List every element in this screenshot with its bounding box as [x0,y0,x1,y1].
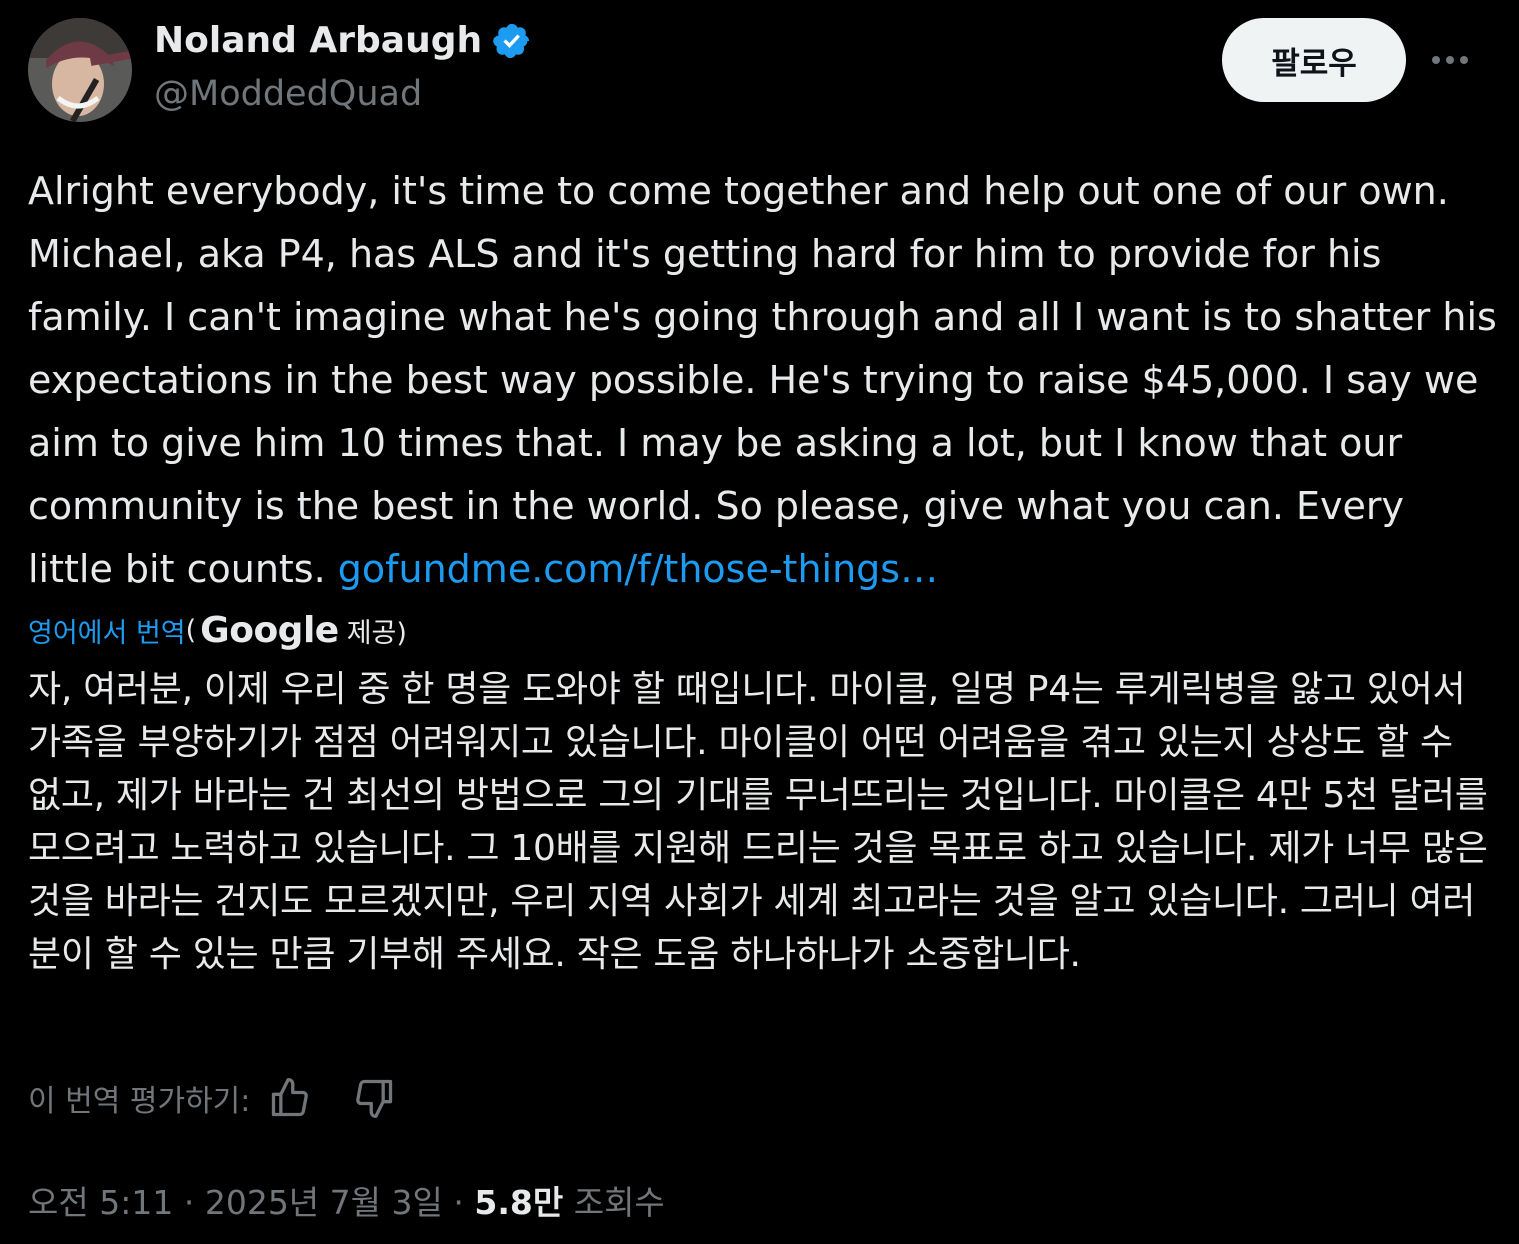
author-name-row: Noland Arbaugh [154,20,532,61]
provided-label: 제공) [346,618,407,649]
avatar-image [28,18,132,122]
views-label: 조회수 [573,1183,665,1222]
tweet-link[interactable]: gofundme.com/f/those-things… [338,547,938,591]
translated-text: 자, 여러분, 이제 우리 중 한 명을 도와야 할 때입니다. 마이클, 일명… [28,669,1488,975]
thumbs-down-icon[interactable] [352,1076,396,1120]
paren-open: ( [185,615,197,646]
tweet-body: Alright everybody, it's time to come tog… [28,169,1497,591]
tweet-time: 오전 5:11 [28,1183,174,1222]
verified-badge-icon[interactable] [492,21,532,61]
follow-button[interactable]: 팔로우 [1222,18,1406,102]
meta-separator: · [183,1183,195,1222]
tweet-timestamp[interactable]: 오전 5:11 · 2025년 7월 3일 [28,1183,443,1222]
tweet-text: Alright everybody, it's time to come tog… [28,160,1498,601]
google-logo: Google [200,610,339,651]
author-display-name[interactable]: Noland Arbaugh [154,20,482,61]
more-options-icon[interactable] [1428,40,1472,80]
avatar[interactable] [28,18,132,122]
meta-separator: · [453,1183,464,1222]
thumbs-up-icon[interactable] [268,1076,312,1120]
rate-translation-label: 이 번역 평가하기: [28,1084,251,1119]
rate-translation-row: 이 번역 평가하기: [28,1076,396,1120]
author-handle[interactable]: @ModdedQuad [154,74,422,114]
translated-from-link[interactable]: 영어에서 번역 [28,611,186,650]
tweet-meta: 오전 5:11 · 2025년 7월 3일 · 5.8만 조회수 [28,1176,665,1224]
translation-attribution: 영어에서 번역 ( Google 제공) [28,610,407,651]
tweet-date: 2025년 7월 3일 [204,1183,443,1222]
views-count: 5.8만 [474,1183,564,1222]
